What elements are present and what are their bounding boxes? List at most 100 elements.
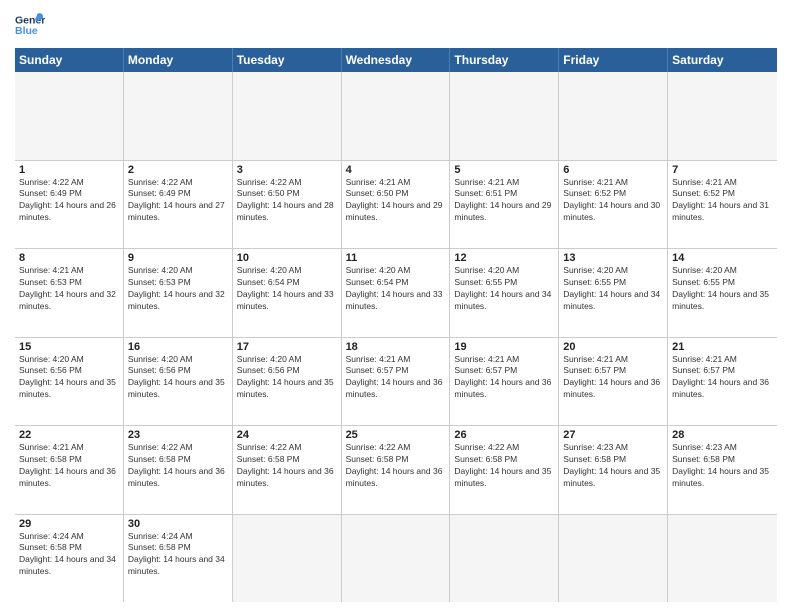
day-cell-1: 1Sunrise: 4:22 AMSunset: 6:49 PMDaylight… — [15, 161, 124, 249]
day-number: 25 — [346, 429, 446, 441]
day-number: 14 — [672, 252, 773, 264]
day-info: Sunrise: 4:20 AMSunset: 6:56 PMDaylight:… — [19, 354, 119, 402]
day-cell-7: 7Sunrise: 4:21 AMSunset: 6:52 PMDaylight… — [668, 161, 777, 249]
day-number: 24 — [237, 429, 337, 441]
day-number: 22 — [19, 429, 119, 441]
day-number: 10 — [237, 252, 337, 264]
day-cell-18: 18Sunrise: 4:21 AMSunset: 6:57 PMDayligh… — [342, 338, 451, 426]
day-cell-4: 4Sunrise: 4:21 AMSunset: 6:50 PMDaylight… — [342, 161, 451, 249]
day-cell-8: 8Sunrise: 4:21 AMSunset: 6:53 PMDaylight… — [15, 249, 124, 337]
day-number: 23 — [128, 429, 228, 441]
calendar-row-2: 8Sunrise: 4:21 AMSunset: 6:53 PMDaylight… — [15, 249, 777, 338]
day-info: Sunrise: 4:21 AMSunset: 6:57 PMDaylight:… — [454, 354, 554, 402]
day-number: 12 — [454, 252, 554, 264]
day-cell-6: 6Sunrise: 4:21 AMSunset: 6:52 PMDaylight… — [559, 161, 668, 249]
empty-cell — [668, 72, 777, 160]
day-number: 4 — [346, 164, 446, 176]
day-info: Sunrise: 4:21 AMSunset: 6:50 PMDaylight:… — [346, 177, 446, 225]
day-info: Sunrise: 4:23 AMSunset: 6:58 PMDaylight:… — [672, 442, 773, 490]
empty-cell — [559, 515, 668, 603]
day-cell-16: 16Sunrise: 4:20 AMSunset: 6:56 PMDayligh… — [124, 338, 233, 426]
weekday-header-wednesday: Wednesday — [342, 48, 451, 72]
day-number: 20 — [563, 341, 663, 353]
day-info: Sunrise: 4:20 AMSunset: 6:53 PMDaylight:… — [128, 265, 228, 313]
day-cell-13: 13Sunrise: 4:20 AMSunset: 6:55 PMDayligh… — [559, 249, 668, 337]
day-info: Sunrise: 4:21 AMSunset: 6:52 PMDaylight:… — [672, 177, 773, 225]
empty-cell — [15, 72, 124, 160]
empty-cell — [668, 515, 777, 603]
day-number: 30 — [128, 518, 228, 530]
day-cell-25: 25Sunrise: 4:22 AMSunset: 6:58 PMDayligh… — [342, 426, 451, 514]
day-cell-26: 26Sunrise: 4:22 AMSunset: 6:58 PMDayligh… — [450, 426, 559, 514]
day-info: Sunrise: 4:22 AMSunset: 6:49 PMDaylight:… — [128, 177, 228, 225]
day-number: 9 — [128, 252, 228, 264]
day-info: Sunrise: 4:22 AMSunset: 6:58 PMDaylight:… — [346, 442, 446, 490]
day-number: 27 — [563, 429, 663, 441]
calendar-row-4: 22Sunrise: 4:21 AMSunset: 6:58 PMDayligh… — [15, 426, 777, 515]
day-info: Sunrise: 4:20 AMSunset: 6:54 PMDaylight:… — [346, 265, 446, 313]
day-number: 8 — [19, 252, 119, 264]
day-number: 17 — [237, 341, 337, 353]
day-info: Sunrise: 4:21 AMSunset: 6:58 PMDaylight:… — [19, 442, 119, 490]
header: General Blue — [15, 10, 777, 40]
empty-cell — [124, 72, 233, 160]
day-number: 13 — [563, 252, 663, 264]
day-info: Sunrise: 4:21 AMSunset: 6:51 PMDaylight:… — [454, 177, 554, 225]
day-number: 5 — [454, 164, 554, 176]
weekday-header-sunday: Sunday — [15, 48, 124, 72]
day-cell-28: 28Sunrise: 4:23 AMSunset: 6:58 PMDayligh… — [668, 426, 777, 514]
day-number: 21 — [672, 341, 773, 353]
weekday-header-monday: Monday — [124, 48, 233, 72]
day-cell-17: 17Sunrise: 4:20 AMSunset: 6:56 PMDayligh… — [233, 338, 342, 426]
day-cell-10: 10Sunrise: 4:20 AMSunset: 6:54 PMDayligh… — [233, 249, 342, 337]
day-info: Sunrise: 4:20 AMSunset: 6:55 PMDaylight:… — [672, 265, 773, 313]
day-info: Sunrise: 4:21 AMSunset: 6:57 PMDaylight:… — [563, 354, 663, 402]
day-cell-20: 20Sunrise: 4:21 AMSunset: 6:57 PMDayligh… — [559, 338, 668, 426]
day-cell-9: 9Sunrise: 4:20 AMSunset: 6:53 PMDaylight… — [124, 249, 233, 337]
day-cell-12: 12Sunrise: 4:20 AMSunset: 6:55 PMDayligh… — [450, 249, 559, 337]
logo: General Blue — [15, 10, 45, 40]
day-info: Sunrise: 4:21 AMSunset: 6:52 PMDaylight:… — [563, 177, 663, 225]
day-info: Sunrise: 4:22 AMSunset: 6:58 PMDaylight:… — [128, 442, 228, 490]
day-info: Sunrise: 4:24 AMSunset: 6:58 PMDaylight:… — [19, 531, 119, 579]
day-cell-2: 2Sunrise: 4:22 AMSunset: 6:49 PMDaylight… — [124, 161, 233, 249]
weekday-header-friday: Friday — [559, 48, 668, 72]
empty-cell — [342, 515, 451, 603]
day-number: 6 — [563, 164, 663, 176]
calendar-header: SundayMondayTuesdayWednesdayThursdayFrid… — [15, 48, 777, 72]
day-info: Sunrise: 4:21 AMSunset: 6:57 PMDaylight:… — [672, 354, 773, 402]
day-info: Sunrise: 4:21 AMSunset: 6:57 PMDaylight:… — [346, 354, 446, 402]
day-cell-14: 14Sunrise: 4:20 AMSunset: 6:55 PMDayligh… — [668, 249, 777, 337]
day-info: Sunrise: 4:22 AMSunset: 6:49 PMDaylight:… — [19, 177, 119, 225]
empty-cell — [342, 72, 451, 160]
day-number: 15 — [19, 341, 119, 353]
day-cell-30: 30Sunrise: 4:24 AMSunset: 6:58 PMDayligh… — [124, 515, 233, 603]
day-cell-11: 11Sunrise: 4:20 AMSunset: 6:54 PMDayligh… — [342, 249, 451, 337]
day-number: 11 — [346, 252, 446, 264]
weekday-header-thursday: Thursday — [450, 48, 559, 72]
day-number: 3 — [237, 164, 337, 176]
empty-cell — [233, 515, 342, 603]
day-info: Sunrise: 4:21 AMSunset: 6:53 PMDaylight:… — [19, 265, 119, 313]
empty-cell — [450, 515, 559, 603]
empty-cell — [233, 72, 342, 160]
empty-cell — [559, 72, 668, 160]
calendar-body: 1Sunrise: 4:22 AMSunset: 6:49 PMDaylight… — [15, 72, 777, 602]
svg-text:Blue: Blue — [15, 25, 38, 37]
day-number: 19 — [454, 341, 554, 353]
day-info: Sunrise: 4:20 AMSunset: 6:55 PMDaylight:… — [454, 265, 554, 313]
day-number: 26 — [454, 429, 554, 441]
day-info: Sunrise: 4:22 AMSunset: 6:50 PMDaylight:… — [237, 177, 337, 225]
empty-cell — [450, 72, 559, 160]
day-cell-3: 3Sunrise: 4:22 AMSunset: 6:50 PMDaylight… — [233, 161, 342, 249]
day-cell-27: 27Sunrise: 4:23 AMSunset: 6:58 PMDayligh… — [559, 426, 668, 514]
day-cell-15: 15Sunrise: 4:20 AMSunset: 6:56 PMDayligh… — [15, 338, 124, 426]
day-cell-5: 5Sunrise: 4:21 AMSunset: 6:51 PMDaylight… — [450, 161, 559, 249]
day-cell-24: 24Sunrise: 4:22 AMSunset: 6:58 PMDayligh… — [233, 426, 342, 514]
day-number: 1 — [19, 164, 119, 176]
day-cell-29: 29Sunrise: 4:24 AMSunset: 6:58 PMDayligh… — [15, 515, 124, 603]
day-cell-19: 19Sunrise: 4:21 AMSunset: 6:57 PMDayligh… — [450, 338, 559, 426]
day-info: Sunrise: 4:20 AMSunset: 6:56 PMDaylight:… — [237, 354, 337, 402]
calendar: SundayMondayTuesdayWednesdayThursdayFrid… — [15, 48, 777, 602]
day-cell-23: 23Sunrise: 4:22 AMSunset: 6:58 PMDayligh… — [124, 426, 233, 514]
